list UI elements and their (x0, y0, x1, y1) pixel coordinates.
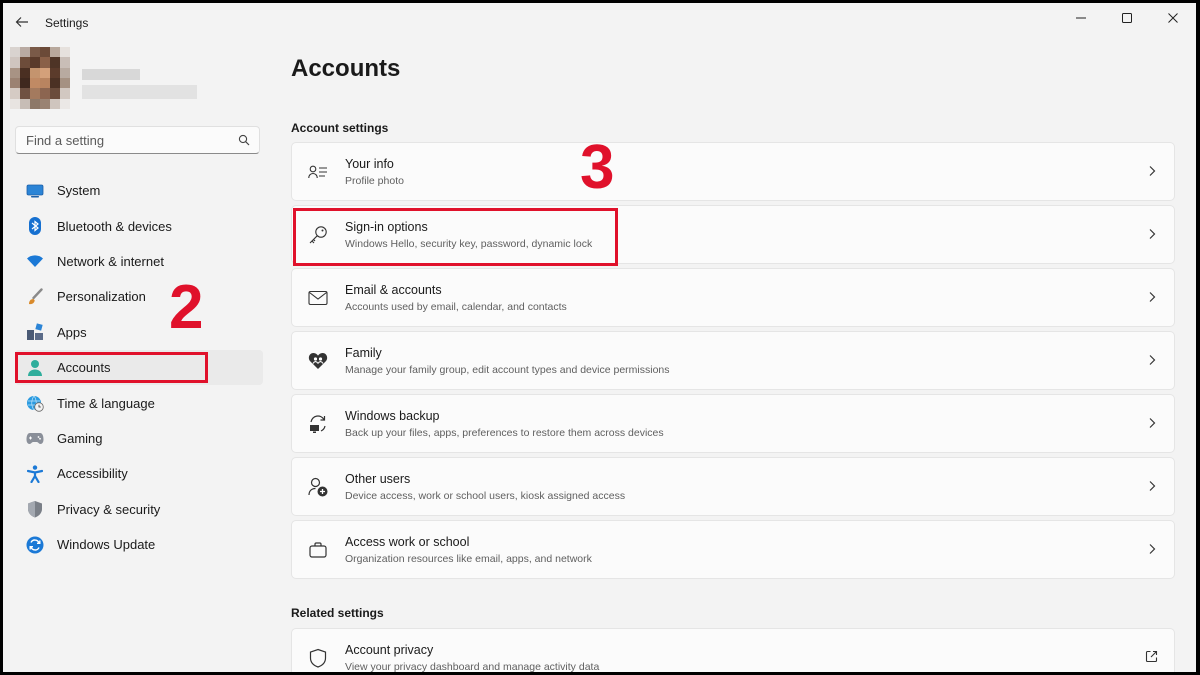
gamepad-icon (25, 428, 45, 448)
card-title: Sign-in options (345, 220, 428, 234)
wifi-icon (25, 251, 45, 271)
sidebar-nav: System Bluetooth & devices Network & int… (15, 173, 263, 562)
card-title: Email & accounts (345, 283, 442, 297)
apps-icon (25, 322, 45, 342)
sidebar-item-accounts[interactable]: Accounts (15, 349, 263, 386)
user-name-redacted (82, 69, 140, 80)
sidebar-item-system[interactable]: System (15, 173, 263, 208)
sidebar-item-windows-update[interactable]: Windows Update (15, 527, 263, 562)
chevron-right-icon (1149, 544, 1156, 554)
card-subtitle: Accounts used by email, calendar, and co… (345, 301, 567, 313)
chevron-right-icon (1149, 355, 1156, 365)
sidebar-item-privacy-security[interactable]: Privacy & security (15, 492, 263, 527)
bluetooth-icon (25, 216, 45, 236)
card-title: Other users (345, 472, 411, 486)
chevron-right-icon (1149, 292, 1156, 302)
key-icon (308, 225, 328, 245)
sidebar-item-accessibility[interactable]: Accessibility (15, 456, 263, 491)
backup-icon (308, 414, 328, 434)
page-title: Accounts (291, 55, 401, 82)
person-icon (25, 358, 45, 378)
section-title-related-settings: Related settings (291, 606, 384, 620)
sidebar-item-label: Personalization (57, 289, 146, 305)
card-other-users[interactable]: Other users Device access, work or schoo… (291, 457, 1175, 516)
card-title: Windows backup (345, 409, 440, 423)
card-subtitle: Back up your files, apps, preferences to… (345, 427, 664, 439)
card-sign-in-options[interactable]: Sign-in options Windows Hello, security … (291, 205, 1175, 264)
minimize-button[interactable] (1058, 3, 1104, 33)
close-button[interactable] (1150, 3, 1196, 33)
card-access-work-school[interactable]: Access work or school Organization resou… (291, 520, 1175, 579)
sidebar-item-label: Accessibility (57, 466, 128, 482)
card-subtitle: Device access, work or school users, kio… (345, 490, 626, 502)
card-title: Your info (345, 157, 394, 171)
card-your-info[interactable]: Your info Profile photo (291, 142, 1175, 201)
card-family[interactable]: Family Manage your family group, edit ac… (291, 331, 1175, 390)
add-user-icon (308, 477, 328, 497)
back-button[interactable] (11, 11, 33, 33)
sidebar-item-label: Apps (57, 324, 87, 340)
sidebar-item-label: Network & internet (57, 253, 164, 269)
external-link-icon (1145, 650, 1158, 663)
card-account-privacy[interactable]: Account privacy View your privacy dashbo… (291, 628, 1175, 672)
card-email-accounts[interactable]: Email & accounts Accounts used by email,… (291, 268, 1175, 327)
shield-icon (25, 499, 45, 519)
maximize-button[interactable] (1104, 3, 1150, 33)
mail-icon (308, 288, 328, 308)
sidebar-item-apps[interactable]: Apps (15, 315, 263, 350)
app-title: Settings (45, 16, 89, 30)
sidebar-item-bluetooth[interactable]: Bluetooth & devices (15, 208, 263, 243)
back-arrow-icon (15, 17, 28, 27)
person-card-icon (308, 162, 328, 182)
avatar (10, 47, 70, 109)
close-icon (1168, 13, 1178, 23)
minimize-icon (1076, 17, 1086, 19)
sidebar-item-label: Bluetooth & devices (57, 218, 172, 234)
card-subtitle: Windows Hello, security key, password, d… (345, 238, 593, 250)
sidebar-item-label: System (57, 183, 101, 199)
sidebar-item-label: Time & language (57, 395, 155, 411)
card-title: Access work or school (345, 535, 470, 549)
chevron-right-icon (1149, 229, 1156, 239)
card-title: Family (345, 346, 382, 360)
accessibility-icon (25, 464, 45, 484)
sidebar-item-time-language[interactable]: Time & language (15, 385, 263, 420)
user-profile[interactable] (10, 47, 260, 109)
sidebar-item-label: Windows Update (57, 537, 156, 553)
sidebar-item-personalization[interactable]: Personalization (15, 279, 263, 314)
chevron-right-icon (1149, 166, 1156, 176)
title-bar: Settings (3, 3, 1196, 41)
heart-icon (308, 351, 328, 371)
search-input[interactable] (24, 132, 228, 149)
sidebar-item-label: Accounts (57, 360, 111, 376)
sync-icon (25, 535, 45, 555)
search-icon (238, 134, 250, 146)
card-subtitle: View your privacy dashboard and manage a… (345, 661, 600, 672)
card-subtitle: Organization resources like email, apps,… (345, 553, 592, 565)
user-email-redacted (82, 85, 197, 99)
brush-icon (25, 287, 45, 307)
briefcase-icon (308, 540, 328, 560)
sidebar-item-gaming[interactable]: Gaming (15, 421, 263, 456)
card-subtitle: Manage your family group, edit account t… (345, 364, 670, 376)
sidebar-item-network[interactable]: Network & internet (15, 244, 263, 279)
card-title: Account privacy (345, 643, 434, 657)
sidebar-item-label: Privacy & security (57, 501, 161, 517)
card-subtitle: Profile photo (345, 175, 404, 187)
shield-outline-icon (308, 648, 328, 668)
monitor-icon (25, 181, 45, 201)
settings-window: Settings System (3, 3, 1196, 672)
sidebar-item-label: Gaming (57, 430, 103, 446)
card-windows-backup[interactable]: Windows backup Back up your files, apps,… (291, 394, 1175, 453)
section-title-account-settings: Account settings (291, 121, 389, 135)
chevron-right-icon (1149, 481, 1156, 491)
globe-clock-icon (25, 393, 45, 413)
chevron-right-icon (1149, 418, 1156, 428)
search-box[interactable] (15, 126, 260, 154)
maximize-icon (1122, 13, 1132, 23)
